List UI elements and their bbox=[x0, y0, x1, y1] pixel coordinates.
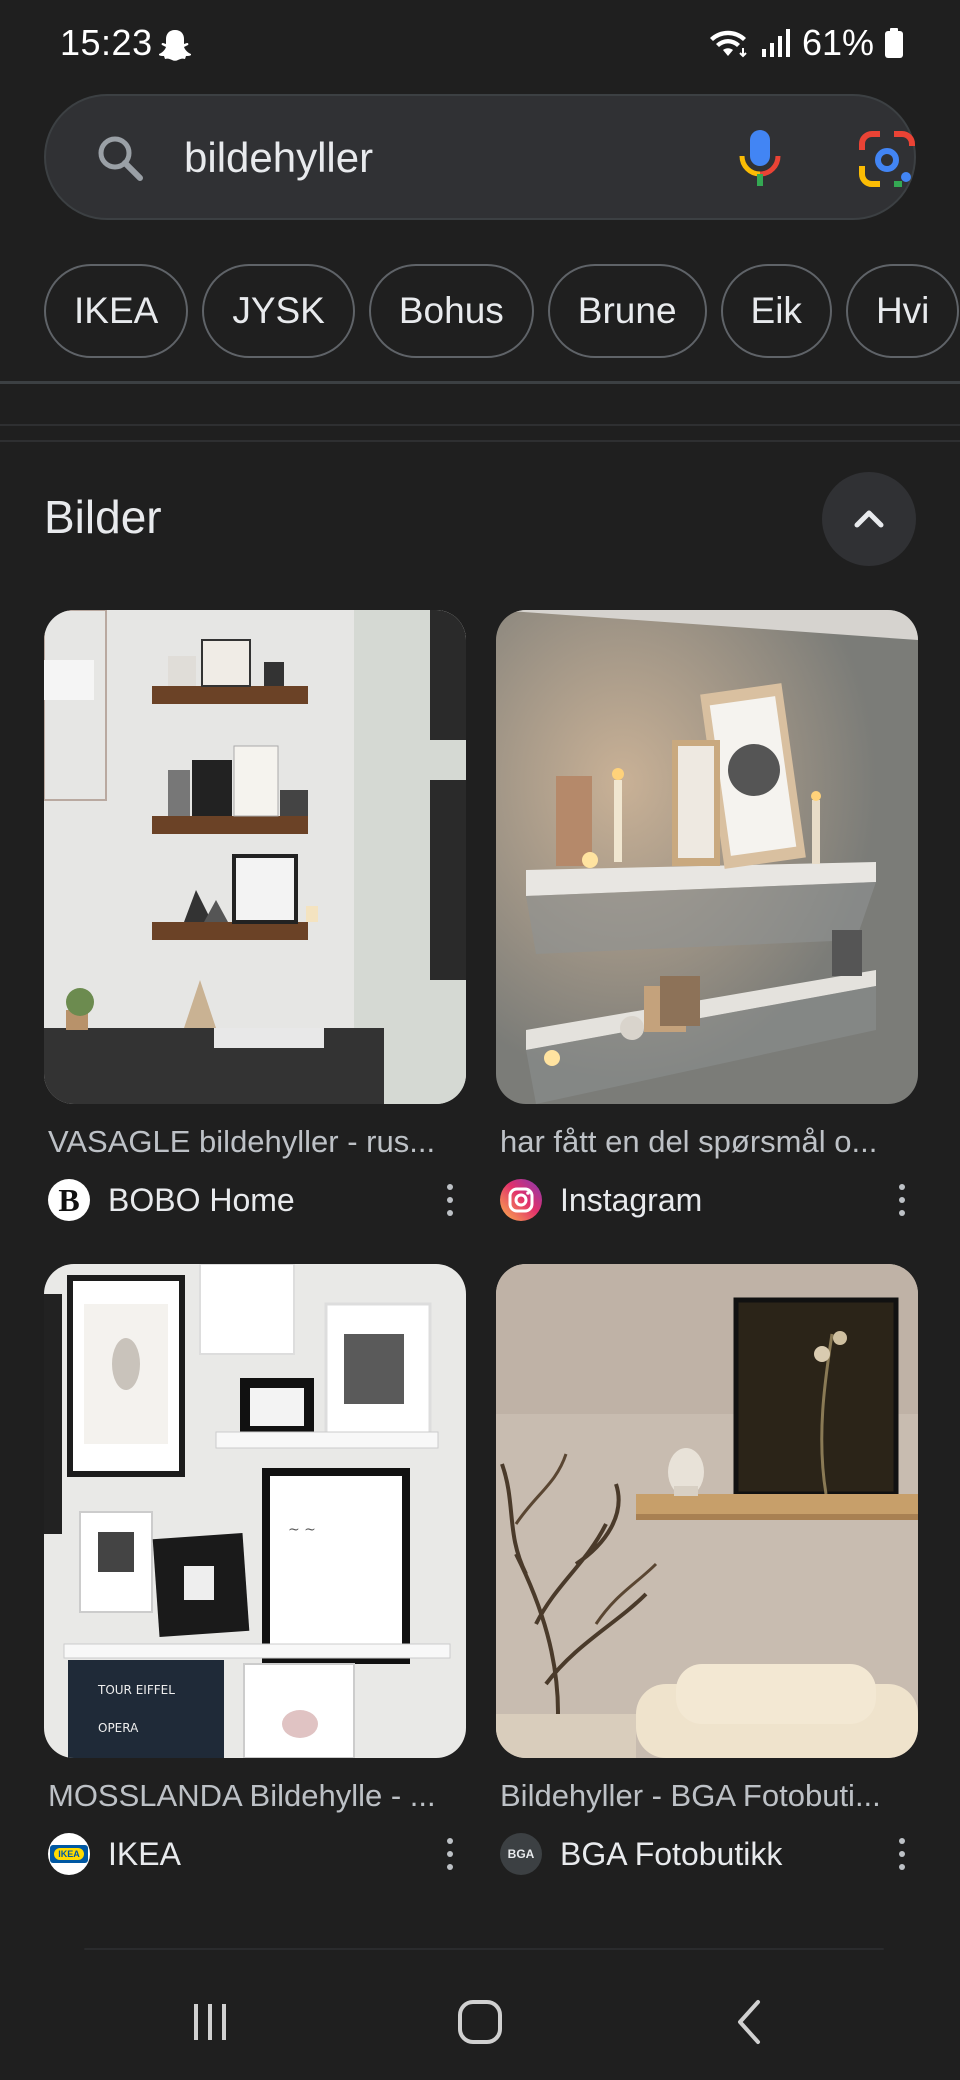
filter-chips: IKEA JYSK Bohus Brune Eik Hvi bbox=[44, 264, 960, 360]
source-name: BGA Fotobutikk bbox=[560, 1835, 783, 1872]
image-result-card[interactable]: VASAGLE bildehyller - rus... B BOBO Home bbox=[44, 610, 466, 1230]
divider bbox=[0, 381, 960, 384]
battery-percent: 61% bbox=[801, 22, 874, 63]
source-name: Instagram bbox=[560, 1181, 703, 1218]
svg-text:TOUR EIFFEL: TOUR EIFFEL bbox=[97, 1683, 175, 1697]
snapchat-ghost-icon bbox=[159, 30, 191, 61]
status-time: 15:23 bbox=[60, 22, 153, 63]
section-title: Bilder bbox=[44, 491, 162, 543]
more-options-icon[interactable] bbox=[444, 1184, 456, 1218]
result-thumbnail[interactable] bbox=[44, 610, 466, 1104]
bobo-home-logo: B bbox=[48, 1179, 90, 1221]
result-source[interactable]: B BOBO Home bbox=[48, 1176, 295, 1224]
chip-hvit[interactable]: Hvi bbox=[845, 264, 960, 358]
chip-brune[interactable]: Brune bbox=[547, 264, 707, 358]
more-options-icon[interactable] bbox=[896, 1184, 908, 1218]
search-bar[interactable] bbox=[44, 94, 916, 220]
battery-icon bbox=[885, 28, 903, 58]
recent-apps-icon[interactable] bbox=[180, 1994, 240, 2050]
image-result-card[interactable]: ~ ~ TOUR EIFFEL OPERA MOSSLANDA Bildehyl… bbox=[44, 1264, 466, 1884]
svg-text:OPERA: OPERA bbox=[98, 1721, 139, 1735]
result-title[interactable]: har fått en del spørsmål o... bbox=[500, 1124, 916, 1160]
more-options-icon[interactable] bbox=[896, 1838, 908, 1872]
image-result-card[interactable]: Bildehyller - BGA Fotobuti... BGA BGA Fo… bbox=[496, 1264, 918, 1884]
chevron-up-icon bbox=[854, 510, 884, 528]
search-input[interactable] bbox=[184, 134, 664, 182]
collapse-button[interactable] bbox=[822, 472, 916, 566]
wifi-icon bbox=[709, 30, 747, 58]
result-title[interactable]: Bildehyller - BGA Fotobuti... bbox=[500, 1778, 916, 1814]
chip-ikea[interactable]: IKEA bbox=[44, 264, 189, 358]
result-thumbnail[interactable] bbox=[496, 610, 918, 1104]
status-right: 61% bbox=[706, 22, 904, 64]
image-result-card[interactable]: har fått en del spørsmål o... Instagram bbox=[496, 610, 918, 1230]
section-divider bbox=[84, 1948, 884, 1950]
chip-eik[interactable]: Eik bbox=[720, 264, 832, 358]
result-source[interactable]: IKEA IKEA bbox=[48, 1830, 181, 1878]
google-lens-icon[interactable] bbox=[858, 130, 916, 188]
back-icon[interactable] bbox=[720, 1994, 780, 2050]
chip-jysk[interactable]: JYSK bbox=[202, 264, 355, 358]
divider bbox=[0, 440, 960, 442]
result-source[interactable]: BGA BGA Fotobutikk bbox=[500, 1830, 782, 1878]
bga-fotobutikk-logo: BGA bbox=[500, 1833, 542, 1875]
system-navigation-bar bbox=[0, 1960, 960, 2080]
status-bar: 15:23 61% bbox=[0, 0, 960, 92]
mic-icon[interactable] bbox=[734, 126, 786, 190]
result-title[interactable]: MOSSLANDA Bildehylle - ... bbox=[48, 1778, 464, 1814]
divider bbox=[0, 424, 960, 426]
search-icon[interactable] bbox=[94, 132, 146, 184]
result-source[interactable]: Instagram bbox=[500, 1176, 702, 1224]
source-name: IKEA bbox=[108, 1835, 181, 1872]
source-name: BOBO Home bbox=[108, 1181, 295, 1218]
result-thumbnail[interactable] bbox=[496, 1264, 918, 1758]
svg-text:~ ~: ~ ~ bbox=[288, 1522, 316, 1538]
instagram-logo bbox=[500, 1179, 542, 1221]
result-thumbnail[interactable]: ~ ~ TOUR EIFFEL OPERA bbox=[44, 1264, 466, 1758]
result-title[interactable]: VASAGLE bildehyller - rus... bbox=[48, 1124, 464, 1160]
ikea-logo: IKEA bbox=[48, 1833, 90, 1875]
signal-icon bbox=[761, 29, 790, 57]
home-icon[interactable] bbox=[450, 1994, 510, 2050]
more-options-icon[interactable] bbox=[444, 1838, 456, 1872]
chip-bohus[interactable]: Bohus bbox=[368, 264, 534, 358]
